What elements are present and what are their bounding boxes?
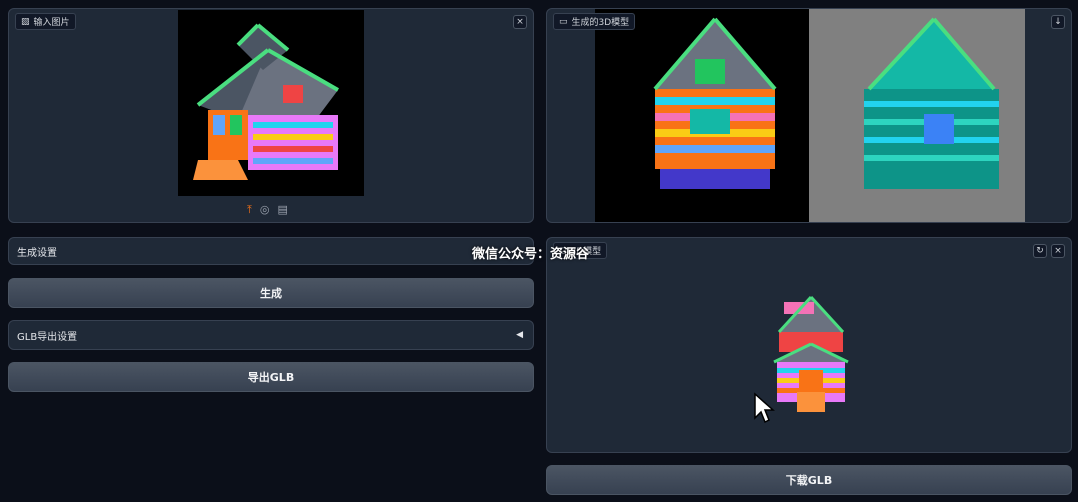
image-source-toolbar: ⤒ ◎ ▤: [247, 203, 288, 217]
reset-view-button[interactable]: ↻: [1033, 244, 1047, 258]
model-viewer-panel[interactable]: ◻ 3D模型 ↻ ×: [546, 237, 1072, 453]
model-viewer-house: [773, 295, 849, 412]
watermark-text: 微信公众号：资源谷: [472, 247, 590, 262]
close-viewer-button[interactable]: ×: [1051, 244, 1065, 258]
input-image-label: ▧ 输入图片: [15, 13, 76, 30]
generate-button[interactable]: 生成: [8, 278, 534, 308]
generated-normal-render: [809, 9, 1025, 222]
glb-export-settings-label: GLB导出设置: [17, 331, 78, 343]
glb-export-settings-accordion[interactable]: GLB导出设置 ◀: [8, 320, 534, 350]
generated-model-label: ▭ 生成的3D模型: [553, 13, 636, 30]
image-icon: ▧: [21, 16, 30, 27]
generated-color-render: [595, 9, 809, 222]
export-glb-button[interactable]: 导出GLB: [8, 362, 534, 392]
webcam-icon[interactable]: ◎: [260, 203, 270, 217]
close-button[interactable]: ×: [513, 15, 527, 29]
collapse-arrow-icon[interactable]: ◀: [516, 330, 523, 340]
mouse-cursor-icon: [754, 392, 775, 424]
download-video-button[interactable]: ↓: [1051, 15, 1065, 29]
download-glb-button[interactable]: 下载GLB: [546, 465, 1072, 495]
upload-icon[interactable]: ⤒: [247, 203, 252, 217]
generation-settings-label: 生成设置: [17, 247, 57, 259]
clipboard-icon[interactable]: ▤: [277, 203, 287, 217]
input-house-image: [178, 10, 364, 196]
video-icon: ▭: [559, 16, 568, 27]
input-image-panel[interactable]: ▧ 输入图片 × ⤒ ◎ ▤: [8, 8, 534, 223]
generated-model-panel[interactable]: ▭ 生成的3D模型 ↓: [546, 8, 1072, 223]
generation-settings-accordion[interactable]: 生成设置: [8, 237, 534, 265]
